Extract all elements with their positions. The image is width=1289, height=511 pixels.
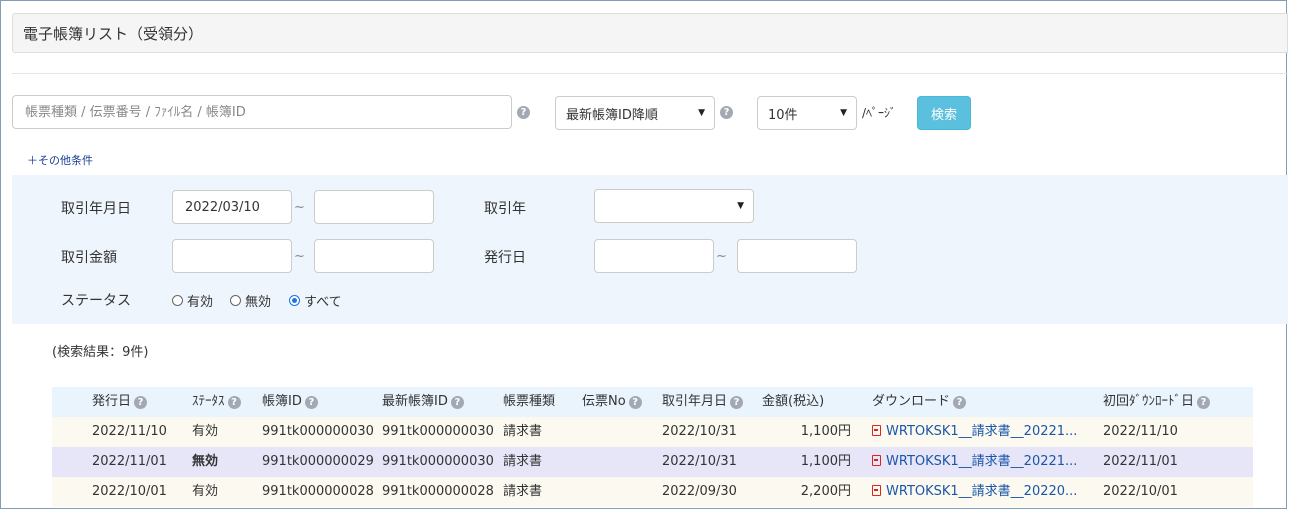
document-type-cell: 請求書 [503,424,543,439]
per-page-suffix: /ﾍﾟｰｼﾞ [862,106,897,120]
column-header-transaction-date[interactable]: 取引年月日? [662,387,744,417]
status-cell: 有効 [192,424,219,439]
status-option-label: すべて [304,295,342,310]
pdf-file-icon [872,425,881,436]
pdf-file-icon [872,485,881,496]
table-header-row: 発行日? ｽﾃｰﾀｽ? 帳簿ID? 最新帳簿ID? 帳票種類 伝票No? 取引年… [52,387,1253,417]
download-link[interactable]: WRTOKSK1__請求書__20220... [872,477,1077,507]
column-header-amount[interactable]: 金額(税込) [762,387,824,417]
transaction-date-cell: 2022/09/30 [662,484,737,499]
download-link[interactable]: WRTOKSK1__請求書__20221... [872,417,1077,447]
range-separator: ~ [716,249,727,264]
per-page-value: 10件 [768,107,798,123]
latest-ledger-id-cell: 991tk000000030 [382,424,494,439]
column-header-status[interactable]: ｽﾃｰﾀｽ? [192,387,241,417]
question-circle-icon[interactable]: ? [134,395,148,409]
table-row[interactable]: 2022/11/10 有効 991tk000000030 991tk000000… [52,417,1253,447]
amount-to-input[interactable] [314,239,434,273]
page-title: 電子帳簿リスト（受領分） [23,25,204,43]
first-download-date-cell: 2022/10/01 [1103,484,1178,499]
latest-ledger-id-cell: 991tk000000028 [382,484,494,499]
status-option-label: 有効 [187,295,214,310]
transaction-year-select[interactable]: ▼ [594,189,754,223]
question-circle-icon[interactable]: ? [450,395,464,409]
status-cell: 無効 [192,454,219,469]
question-circle-icon[interactable]: ? [1197,395,1211,409]
status-radio-valid[interactable]: 有効 [172,291,213,310]
range-separator: ~ [294,200,305,215]
question-circle-icon[interactable]: ? [304,395,318,409]
transaction-date-label: 取引年月日 [61,201,131,217]
amount-label: 取引金額 [61,250,117,266]
question-circle-icon[interactable]: ? [517,106,530,119]
more-conditions-link[interactable]: ＋その他条件 [27,152,93,168]
issue-date-label: 発行日 [484,250,526,266]
question-circle-icon[interactable]: ? [628,395,642,409]
question-circle-icon[interactable]: ? [953,395,967,409]
keyword-search-input[interactable] [12,95,512,129]
radio-button-checked-icon[interactable] [289,295,300,306]
issue-date-from-input[interactable] [594,239,714,273]
column-header-slip-no[interactable]: 伝票No? [582,387,642,417]
amount-from-input[interactable] [172,239,292,273]
chevron-down-icon: ▼ [840,108,847,118]
amount-cell: 1,100円 [800,424,851,439]
transaction-date-cell: 2022/10/31 [662,424,737,439]
column-header-document-type[interactable]: 帳票種類 [503,387,555,417]
document-type-cell: 請求書 [503,454,543,469]
transaction-date-cell: 2022/10/31 [662,454,737,469]
radio-button-icon[interactable] [230,295,241,306]
issue-date-cell: 2022/10/01 [92,484,167,499]
pdf-file-icon [872,455,881,466]
first-download-date-cell: 2022/11/10 [1103,424,1178,439]
chevron-down-icon: ▼ [737,201,744,211]
results-table: 発行日? ｽﾃｰﾀｽ? 帳簿ID? 最新帳簿ID? 帳票種類 伝票No? 取引年… [52,387,1253,507]
column-header-download[interactable]: ダウンロード? [872,387,967,417]
first-download-date-cell: 2022/11/01 [1103,454,1178,469]
status-radio-all[interactable]: すべて [289,291,342,310]
issue-date-cell: 2022/11/01 [92,454,167,469]
column-header-ledger-id[interactable]: 帳簿ID? [262,387,318,417]
transaction-date-to-input[interactable] [314,190,434,224]
table-row[interactable]: 2022/11/01 無効 991tk000000029 991tk000000… [52,447,1253,477]
radio-button-icon[interactable] [172,295,183,306]
column-header-latest-ledger-id[interactable]: 最新帳簿ID? [382,387,464,417]
status-radio-invalid[interactable]: 無効 [230,291,271,310]
status-option-label: 無効 [245,295,272,310]
range-separator: ~ [294,249,305,264]
download-link[interactable]: WRTOKSK1__請求書__20221... [872,447,1077,477]
search-button[interactable]: 検索 [917,96,971,130]
page-title-bar: 電子帳簿リスト（受領分） [12,13,1288,53]
column-header-first-download-date[interactable]: 初回ﾀﾞｳﾝﾛｰﾄﾞ日? [1103,387,1211,417]
issue-date-cell: 2022/11/10 [92,424,167,439]
result-count: (検索結果：9件) [52,345,149,360]
ledger-id-cell: 991tk000000030 [262,424,374,439]
ledger-id-cell: 991tk000000029 [262,454,374,469]
divider [12,73,1288,74]
question-circle-icon[interactable]: ? [227,395,241,409]
latest-ledger-id-cell: 991tk000000030 [382,454,494,469]
sort-order-value: 最新帳簿ID降順 [566,107,658,123]
question-circle-icon[interactable]: ? [720,106,733,119]
table-row[interactable]: 2022/10/01 有効 991tk000000028 991tk000000… [52,477,1253,507]
question-circle-icon[interactable]: ? [730,395,744,409]
per-page-select[interactable]: 10件 ▼ [757,96,857,130]
amount-cell: 1,100円 [800,454,851,469]
status-label: ステータス [61,293,131,309]
ledger-id-cell: 991tk000000028 [262,484,374,499]
chevron-down-icon: ▼ [698,108,705,118]
transaction-date-from-input[interactable]: 2022/03/10 [172,190,292,224]
status-cell: 有効 [192,484,219,499]
transaction-year-label: 取引年 [484,201,526,217]
document-type-cell: 請求書 [503,484,543,499]
sort-order-select[interactable]: 最新帳簿ID降順 ▼ [555,96,715,130]
amount-cell: 2,200円 [800,484,851,499]
issue-date-to-input[interactable] [737,239,857,273]
column-header-issue-date[interactable]: 発行日? [92,387,148,417]
